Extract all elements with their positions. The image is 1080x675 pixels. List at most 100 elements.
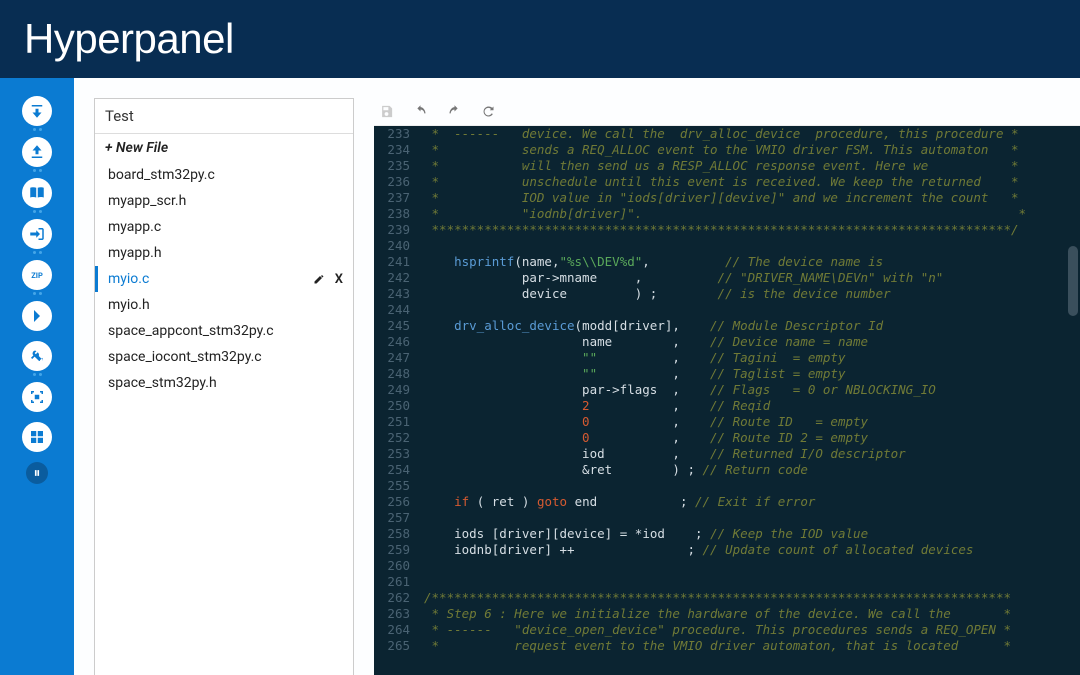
redo-button[interactable] — [446, 104, 462, 120]
code-line: 241 hsprintf(name,"%s\\DEV%d", // The de… — [374, 254, 1080, 270]
line-number: 243 — [374, 286, 420, 302]
line-number: 235 — [374, 158, 420, 174]
file-item[interactable]: myio.h — [95, 292, 353, 318]
code-text — [420, 574, 424, 590]
edit-icon[interactable] — [313, 273, 325, 285]
code-line: 259 iodnb[driver] ++ ; // Update count o… — [374, 542, 1080, 558]
code-line: 255 — [374, 478, 1080, 494]
file-name: myio.h — [108, 297, 150, 313]
line-number: 259 — [374, 542, 420, 558]
file-name: space_stm32py.h — [108, 375, 217, 391]
file-list: board_stm32py.c myapp_scr.h myapp.c myapp.h… — [95, 162, 353, 396]
code-text — [420, 478, 424, 494]
reload-button[interactable] — [480, 104, 496, 120]
sidebar-dots — [27, 292, 47, 295]
line-number: 238 — [374, 206, 420, 222]
svg-text:ZIP: ZIP — [31, 271, 43, 280]
line-number: 247 — [374, 350, 420, 366]
line-number: 254 — [374, 462, 420, 478]
code-text: "" , // Taglist = empty — [420, 366, 845, 382]
code-text: ****************************************… — [420, 222, 1019, 238]
pause-icon[interactable] — [26, 462, 48, 484]
line-number: 260 — [374, 558, 420, 574]
line-number: 257 — [374, 510, 420, 526]
code-text: 2 , // Reqid — [420, 398, 770, 414]
app-title: Hyperpanel — [24, 15, 234, 63]
code-text: par->flags , // Flags = 0 or NBLOCKING_I… — [420, 382, 936, 398]
close-icon[interactable]: X — [335, 272, 343, 287]
file-item[interactable]: board_stm32py.c — [95, 162, 353, 188]
zip-icon[interactable]: ZIP — [22, 260, 52, 290]
line-number: 261 — [374, 574, 420, 590]
line-number: 241 — [374, 254, 420, 270]
expand-icon[interactable] — [22, 301, 52, 331]
code-line: 234 * sends a REQ_ALLOC event to the VMI… — [374, 142, 1080, 158]
code-text: * "iodnb[driver]". * — [420, 206, 1026, 222]
new-file-button[interactable]: + New File — [95, 134, 353, 162]
code-line: 251 0 , // Route ID = empty — [374, 414, 1080, 430]
line-number: 239 — [374, 222, 420, 238]
code-text: * IOD value in "iods[driver][devive]" an… — [420, 190, 1019, 206]
line-number: 253 — [374, 446, 420, 462]
login-icon[interactable] — [22, 219, 52, 249]
line-number: 252 — [374, 430, 420, 446]
grid-icon[interactable] — [22, 422, 52, 452]
code-text: * ------ device. We call the drv_alloc_d… — [420, 126, 1019, 142]
upload-icon[interactable] — [22, 137, 52, 167]
line-number: 264 — [374, 622, 420, 638]
tools-icon[interactable] — [22, 341, 52, 371]
file-item[interactable]: space_stm32py.h — [95, 370, 353, 396]
file-name: space_iocont_stm32py.c — [108, 349, 262, 365]
code-line: 257 — [374, 510, 1080, 526]
save-button[interactable] — [378, 104, 394, 120]
code-text: /***************************************… — [420, 590, 1011, 606]
file-item[interactable]: myapp.c — [95, 214, 353, 240]
file-item[interactable]: myio.cX — [95, 266, 353, 292]
code-text: * Step 6 : Here we initialize the hardwa… — [420, 606, 1011, 622]
file-name: board_stm32py.c — [108, 167, 215, 183]
code-text — [420, 302, 424, 318]
code-line: 258 iods [driver][device] = *iod ; // Ke… — [374, 526, 1080, 542]
file-item[interactable]: myapp.h — [95, 240, 353, 266]
scroll-thumb[interactable] — [1068, 246, 1078, 316]
code-line: 261 — [374, 574, 1080, 590]
sidebar-dots — [27, 373, 47, 376]
file-item[interactable]: space_iocont_stm32py.c — [95, 344, 353, 370]
line-number: 251 — [374, 414, 420, 430]
sidebar: ZIP — [0, 78, 74, 675]
file-name: space_appcont_stm32py.c — [108, 323, 274, 339]
code-line: 239 ************************************… — [374, 222, 1080, 238]
code-line: 245 drv_alloc_device(modd[driver], // Mo… — [374, 318, 1080, 334]
code-text: device ) ; // is the device number — [420, 286, 891, 302]
code-line: 263 * Step 6 : Here we initialize the ha… — [374, 606, 1080, 622]
code-line: 262/************************************… — [374, 590, 1080, 606]
code-line: 238 * "iodnb[driver]". * — [374, 206, 1080, 222]
code-text: 0 , // Route ID = empty — [420, 414, 868, 430]
editor-scrollbar[interactable] — [1068, 126, 1078, 675]
line-number: 244 — [374, 302, 420, 318]
code-line: 243 device ) ; // is the device number — [374, 286, 1080, 302]
file-name: myapp.c — [108, 219, 161, 235]
file-item[interactable]: space_appcont_stm32py.c — [95, 318, 353, 344]
editor-toolbar — [374, 98, 1080, 126]
undo-button[interactable] — [412, 104, 428, 120]
code-text: * ------ "device_open_device" procedure.… — [420, 622, 1011, 638]
code-editor[interactable]: 233 * ------ device. We call the drv_all… — [374, 126, 1080, 675]
editor-pane: 233 * ------ device. We call the drv_all… — [374, 98, 1080, 675]
code-text: if ( ret ) goto end ; // Exit if error — [420, 494, 815, 510]
book-icon[interactable] — [22, 178, 52, 208]
code-text: iods [driver][device] = *iod ; // Keep t… — [420, 526, 868, 542]
code-line: 247 "" , // Tagini = empty — [374, 350, 1080, 366]
target-icon[interactable] — [22, 382, 52, 412]
line-number: 248 — [374, 366, 420, 382]
code-text — [420, 238, 424, 254]
code-line: 249 par->flags , // Flags = 0 or NBLOCKI… — [374, 382, 1080, 398]
code-line: 260 — [374, 558, 1080, 574]
code-text: &ret ) ; // Return code — [420, 462, 808, 478]
line-number: 249 — [374, 382, 420, 398]
file-item[interactable]: myapp_scr.h — [95, 188, 353, 214]
line-number: 265 — [374, 638, 420, 654]
download-icon[interactable] — [22, 96, 52, 126]
code-line: 235 * will then send us a RESP_ALLOC res… — [374, 158, 1080, 174]
code-text: name , // Device name = name — [420, 334, 868, 350]
